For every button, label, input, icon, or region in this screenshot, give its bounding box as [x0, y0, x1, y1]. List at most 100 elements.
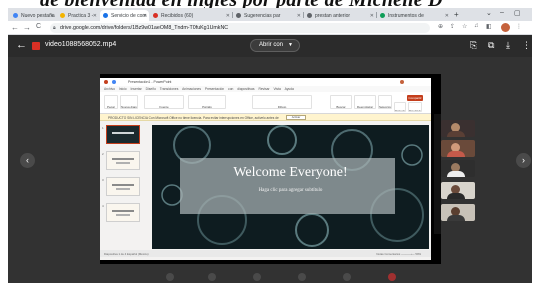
menu-dots-icon[interactable]: ⋮: [516, 23, 522, 30]
close-icon[interactable]: ✕: [297, 13, 301, 19]
ppt-tab-revisar: Revisar: [258, 87, 270, 91]
ribbon-dictate: Dictado: [394, 102, 406, 112]
participants-icon: [343, 273, 351, 281]
ppt-tab-animaciones: Animaciones: [182, 87, 201, 91]
browser-tab[interactable]: Nuevo pestaña ✕: [10, 10, 56, 21]
slide-subtitle: Haga clic para agregar subtítulo: [258, 188, 323, 193]
slide-thumbnail-4: [106, 203, 140, 222]
ribbon-paragraph: Párrafo: [188, 95, 226, 109]
ppt-app-icon: [104, 80, 108, 84]
slide-number: 1: [102, 126, 104, 130]
ribbon-find: Buscar: [330, 95, 352, 109]
participant-tile: [441, 204, 475, 221]
close-icon[interactable]: ✕: [445, 13, 449, 19]
user-avatar: [400, 80, 404, 84]
close-icon[interactable]: ✕: [226, 13, 230, 19]
chevron-down-icon: ▼: [288, 42, 293, 48]
tab-search-icon[interactable]: ⌄: [486, 9, 492, 17]
slide-number: 4: [102, 204, 104, 208]
browser-tab[interactable]: Instrumentos de ✕: [377, 10, 451, 21]
download-icon[interactable]: ⤓: [506, 40, 510, 51]
media-control-icon[interactable]: ♫: [474, 23, 479, 29]
license-warning-banner: PRODUCTO SIN LICENCIA Con Microsoft Offi…: [100, 114, 431, 121]
slide-thumbnails: 1 2 3 4: [100, 122, 146, 248]
ppt-status-bar: Diapositiva 1 de 4 Español (México) Nota…: [100, 250, 431, 257]
ribbon-replace: Reemplazar: [354, 95, 376, 109]
tab-label: Instrumentos de: [388, 13, 424, 19]
reactions-icon: [298, 273, 306, 281]
browser-tab[interactable]: Practica 3 - ✕: [57, 10, 99, 21]
bookmark-star-icon[interactable]: ☆: [462, 23, 467, 30]
mic-icon: [166, 273, 174, 281]
share-screen-icon: [253, 273, 261, 281]
ppt-ribbon: Pegar Nueva diapositiva Fuente Párrafo D…: [100, 92, 431, 114]
tab-label: prestan anterior: [315, 13, 351, 19]
participant-tile: [441, 182, 475, 199]
ppt-tab-presentacion: Presentación con diapositivas: [204, 87, 255, 91]
powerpoint-window: Presentación1 - PowerPoint Archivo Inici…: [100, 78, 431, 260]
close-icon[interactable]: ✕: [50, 13, 54, 19]
tab-label: Sugerencias par: [244, 13, 281, 19]
ppt-tab-vista: Vista: [273, 87, 281, 91]
add-to-drive-icon[interactable]: ⎘: [470, 40, 477, 51]
ribbon-select: Seleccionar: [378, 95, 392, 109]
activate-button: Activar: [286, 115, 306, 120]
sidebar-icon[interactable]: ◧: [486, 23, 492, 30]
open-with-button[interactable]: Abrir con ▼: [250, 39, 300, 52]
slide-title: Welcome Everyone!: [233, 165, 348, 180]
share-icon[interactable]: ⇪: [450, 23, 455, 30]
meeting-controls-bar: [88, 271, 448, 283]
ribbon-font: Fuente: [144, 95, 184, 109]
ribbon-drawing: Dibujo: [252, 95, 312, 109]
ppt-tab-inicio: Inicio: [118, 87, 127, 91]
open-with-label: Abrir con: [259, 42, 284, 48]
participant-tile: [441, 160, 475, 177]
share-button: Compartir: [407, 95, 423, 101]
tab-favicon-icon: [60, 13, 65, 18]
close-icon[interactable]: ✕: [93, 13, 97, 19]
maximize-icon[interactable]: ▢: [514, 9, 521, 17]
browser-tab[interactable]: Sugerencias par ✕: [233, 10, 303, 21]
install-icon[interactable]: ⊕: [438, 23, 443, 30]
participant-tile: [441, 140, 475, 157]
slide-number: 3: [102, 178, 104, 182]
more-vert-icon[interactable]: ⋮: [522, 40, 531, 51]
previous-file-button[interactable]: ‹: [20, 153, 35, 168]
ppt-tab-archivo: Archivo: [104, 87, 115, 91]
participant-tiles: [441, 120, 475, 230]
slide-thumbnail-3: [106, 177, 140, 196]
file-name: video1088568052.mp4: [45, 41, 117, 48]
arrow-left-icon[interactable]: ←: [16, 39, 27, 51]
tab-favicon-icon: [380, 13, 385, 18]
browser-tab[interactable]: prestan anterior ✕: [304, 10, 376, 21]
minimize-icon[interactable]: –: [500, 9, 504, 16]
drive-video-viewer: ← video1088568052.mp4 Abrir con ▼ ⎘ ⧉ ⤓ …: [8, 35, 532, 283]
tab-favicon-icon: [236, 13, 241, 18]
profile-avatar[interactable]: [501, 23, 510, 32]
close-icon[interactable]: ✕: [143, 13, 147, 19]
reload-icon[interactable]: C: [36, 23, 41, 30]
next-file-button[interactable]: ›: [516, 153, 531, 168]
forward-icon[interactable]: →: [23, 23, 31, 32]
ppt-tab-diseno: Diseño: [145, 87, 156, 91]
ppt-tab-ayuda: Ayuda: [284, 87, 294, 91]
video-player[interactable]: Presentación1 - PowerPoint Archivo Inici…: [100, 74, 441, 264]
browser-tab[interactable]: Recibidos (60) ✕: [150, 10, 232, 21]
close-icon[interactable]: ✕: [370, 13, 374, 19]
open-in-new-window-icon[interactable]: ⧉: [488, 40, 494, 51]
tab-label: Servicio de com: [111, 13, 147, 19]
tab-favicon-icon: [103, 13, 108, 18]
banner-text: PRODUCTO SIN LICENCIA Con Microsoft Offi…: [108, 115, 279, 120]
tab-label: Recibidos (60): [161, 13, 194, 19]
camera-icon: [208, 273, 216, 281]
url-text: drive.google.com/drive/folders/1Bz9w01ae…: [60, 25, 229, 31]
back-icon[interactable]: ←: [11, 23, 19, 32]
new-tab-button[interactable]: +: [454, 10, 459, 19]
browser-toolbar: ← → C 🔒︎ drive.google.com/drive/folders/…: [8, 21, 532, 35]
ribbon-new-slide: Nueva diapositiva: [120, 95, 138, 109]
browser-tab-active[interactable]: Servicio de com ✕: [100, 10, 149, 21]
tab-favicon-icon: [307, 13, 312, 18]
meeting-side-strip: [434, 114, 441, 234]
address-bar[interactable]: 🔒︎ drive.google.com/drive/folders/1Bz9w0…: [50, 23, 430, 33]
video-file-icon: [32, 42, 40, 50]
